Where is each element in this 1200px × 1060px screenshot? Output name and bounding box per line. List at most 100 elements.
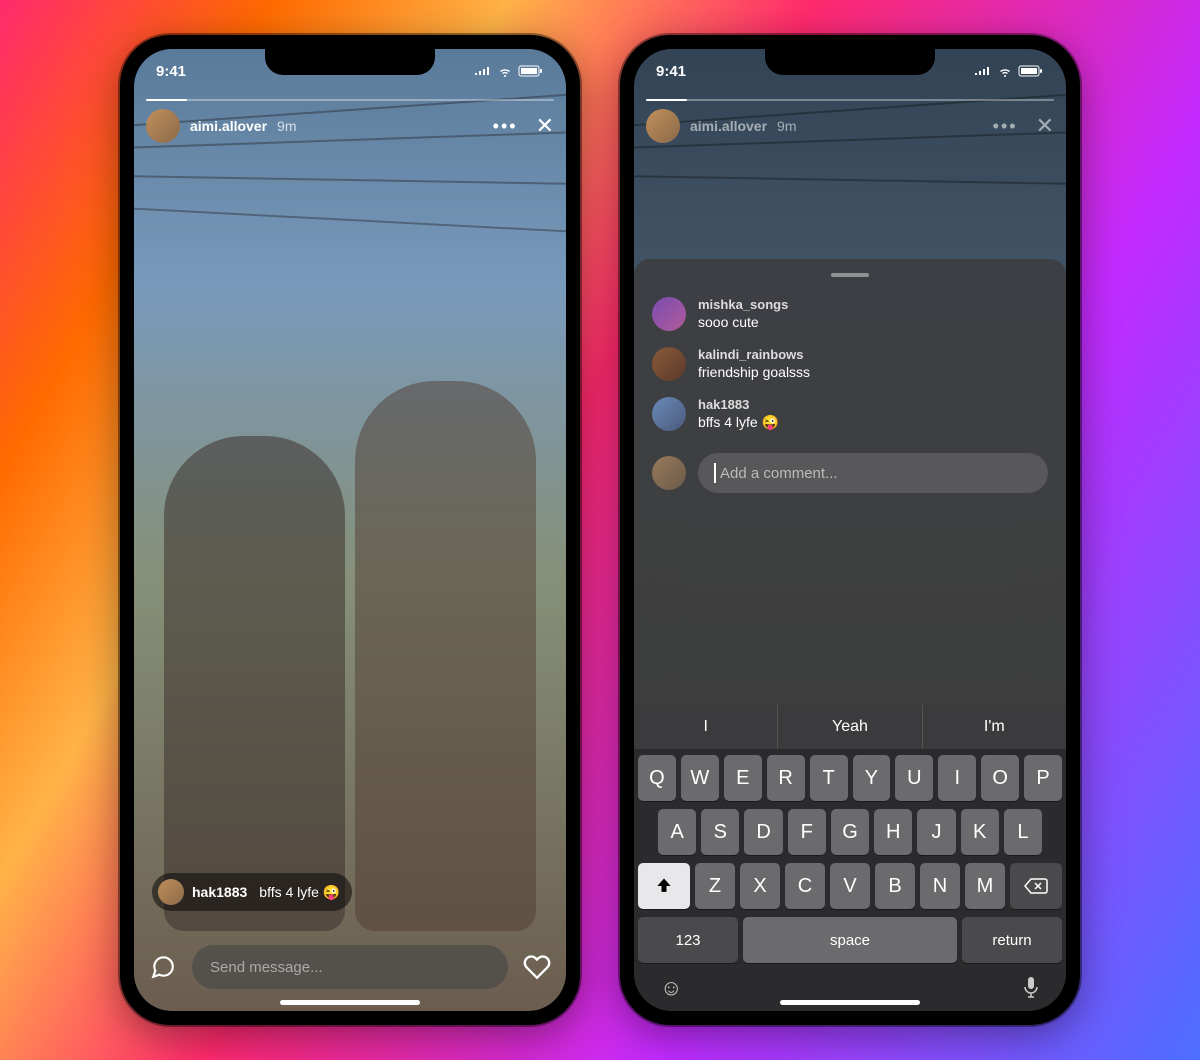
comment-text: bffs 4 lyfe 😜 (698, 414, 779, 431)
key-v[interactable]: V (830, 863, 870, 909)
comment-row[interactable]: hak1883 bffs 4 lyfe 😜 (634, 389, 1066, 439)
key-w[interactable]: W (681, 755, 719, 801)
keyboard: Q W E R T Y U I O P A S D F G H (634, 749, 1066, 1011)
comment-username[interactable]: kalindi_rainbows (698, 347, 810, 362)
key-x[interactable]: X (740, 863, 780, 909)
comment-row[interactable]: kalindi_rainbows friendship goalsss (634, 339, 1066, 389)
add-comment-row: Add a comment... (634, 439, 1066, 503)
key-l[interactable]: L (1004, 809, 1042, 855)
commenter-avatar[interactable] (652, 297, 686, 331)
story-progress[interactable] (646, 99, 1054, 101)
author-username[interactable]: aimi.allover (690, 118, 767, 134)
emoji-icon[interactable]: ☺ (660, 975, 682, 1001)
story-comment-preview[interactable]: hak1883 bffs 4 lyfe 😜 (152, 873, 352, 911)
text-cursor (714, 463, 716, 483)
key-q[interactable]: Q (638, 755, 676, 801)
comment-username[interactable]: hak1883 (698, 397, 779, 412)
signal-icon (474, 65, 492, 77)
keyboard-row-2: A S D F G H J K L (638, 809, 1062, 855)
key-t[interactable]: T (810, 755, 848, 801)
key-i[interactable]: I (938, 755, 976, 801)
more-icon[interactable]: ••• (493, 116, 518, 137)
commenter-avatar[interactable] (652, 397, 686, 431)
backspace-key[interactable] (1010, 863, 1062, 909)
close-icon[interactable]: ✕ (1036, 113, 1054, 139)
key-k[interactable]: K (961, 809, 999, 855)
phone-right: 9:41 aimi.allover 9m ••• ✕ mishka_songs … (620, 35, 1080, 1025)
comment-input[interactable]: Add a comment... (698, 453, 1048, 493)
numbers-key[interactable]: 123 (638, 917, 738, 963)
key-c[interactable]: C (785, 863, 825, 909)
key-u[interactable]: U (895, 755, 933, 801)
close-icon[interactable]: ✕ (536, 113, 554, 139)
story-header: aimi.allover 9m ••• ✕ (146, 109, 554, 143)
home-indicator[interactable] (780, 1000, 920, 1005)
story-people (164, 381, 536, 931)
return-key[interactable]: return (962, 917, 1062, 963)
key-r[interactable]: R (767, 755, 805, 801)
key-o[interactable]: O (981, 755, 1019, 801)
story-footer: Send message... (148, 945, 552, 989)
comment-icon[interactable] (148, 952, 178, 982)
key-z[interactable]: Z (695, 863, 735, 909)
key-e[interactable]: E (724, 755, 762, 801)
keyboard-row-1: Q W E R T Y U I O P (638, 755, 1062, 801)
keyboard-row-4: 123 space return (638, 917, 1062, 963)
story-progress[interactable] (146, 99, 554, 101)
key-h[interactable]: H (874, 809, 912, 855)
keyboard-footer: ☺ (638, 971, 1062, 1001)
screen-right: 9:41 aimi.allover 9m ••• ✕ mishka_songs … (634, 49, 1066, 1011)
phone-left: 9:41 aimi.allover 9m ••• ✕ hak1883 bffs … (120, 35, 580, 1025)
keyboard-suggestions: I Yeah I'm (634, 705, 1066, 749)
signal-icon (974, 65, 992, 77)
key-g[interactable]: G (831, 809, 869, 855)
key-a[interactable]: A (658, 809, 696, 855)
battery-icon (518, 65, 544, 77)
keyboard-row-3: Z X C V B N M (638, 863, 1062, 909)
mic-icon[interactable] (1022, 975, 1040, 1001)
message-input[interactable]: Send message... (192, 945, 508, 989)
suggestion-key[interactable]: I (634, 705, 778, 749)
message-placeholder: Send message... (210, 959, 323, 976)
comment-row[interactable]: mishka_songs sooo cute (634, 289, 1066, 339)
comment-sheet: mishka_songs sooo cute kalindi_rainbows … (634, 259, 1066, 1011)
author-username[interactable]: aimi.allover (190, 118, 267, 134)
screen-left: 9:41 aimi.allover 9m ••• ✕ hak1883 bffs … (134, 49, 566, 1011)
key-y[interactable]: Y (853, 755, 891, 801)
comment-text: sooo cute (698, 314, 788, 330)
comment-text: friendship goalsss (698, 364, 810, 380)
key-m[interactable]: M (965, 863, 1005, 909)
suggestion-key[interactable]: I'm (923, 705, 1066, 749)
like-icon[interactable] (522, 952, 552, 982)
more-icon[interactable]: ••• (993, 116, 1018, 137)
key-s[interactable]: S (701, 809, 739, 855)
space-key[interactable]: space (743, 917, 957, 963)
wifi-icon (497, 65, 513, 77)
key-p[interactable]: P (1024, 755, 1062, 801)
comment-placeholder: Add a comment... (720, 465, 838, 482)
key-j[interactable]: J (917, 809, 955, 855)
key-n[interactable]: N (920, 863, 960, 909)
story-timestamp: 9m (777, 118, 796, 134)
current-user-avatar[interactable] (652, 456, 686, 490)
commenter-text: bffs 4 lyfe 😜 (259, 884, 340, 901)
comment-username[interactable]: mishka_songs (698, 297, 788, 312)
sheet-grabber[interactable] (831, 273, 869, 277)
shift-key[interactable] (638, 863, 690, 909)
battery-icon (1018, 65, 1044, 77)
story-timestamp: 9m (277, 118, 296, 134)
commenter-avatar (158, 879, 184, 905)
commenter-username: hak1883 (192, 884, 247, 900)
home-indicator[interactable] (280, 1000, 420, 1005)
author-avatar[interactable] (646, 109, 680, 143)
commenter-avatar[interactable] (652, 347, 686, 381)
key-f[interactable]: F (788, 809, 826, 855)
suggestion-key[interactable]: Yeah (778, 705, 922, 749)
story-image[interactable] (134, 49, 566, 1011)
key-b[interactable]: B (875, 863, 915, 909)
author-avatar[interactable] (146, 109, 180, 143)
story-header: aimi.allover 9m ••• ✕ (646, 109, 1054, 143)
notch (765, 49, 935, 75)
status-time: 9:41 (656, 63, 686, 80)
key-d[interactable]: D (744, 809, 782, 855)
